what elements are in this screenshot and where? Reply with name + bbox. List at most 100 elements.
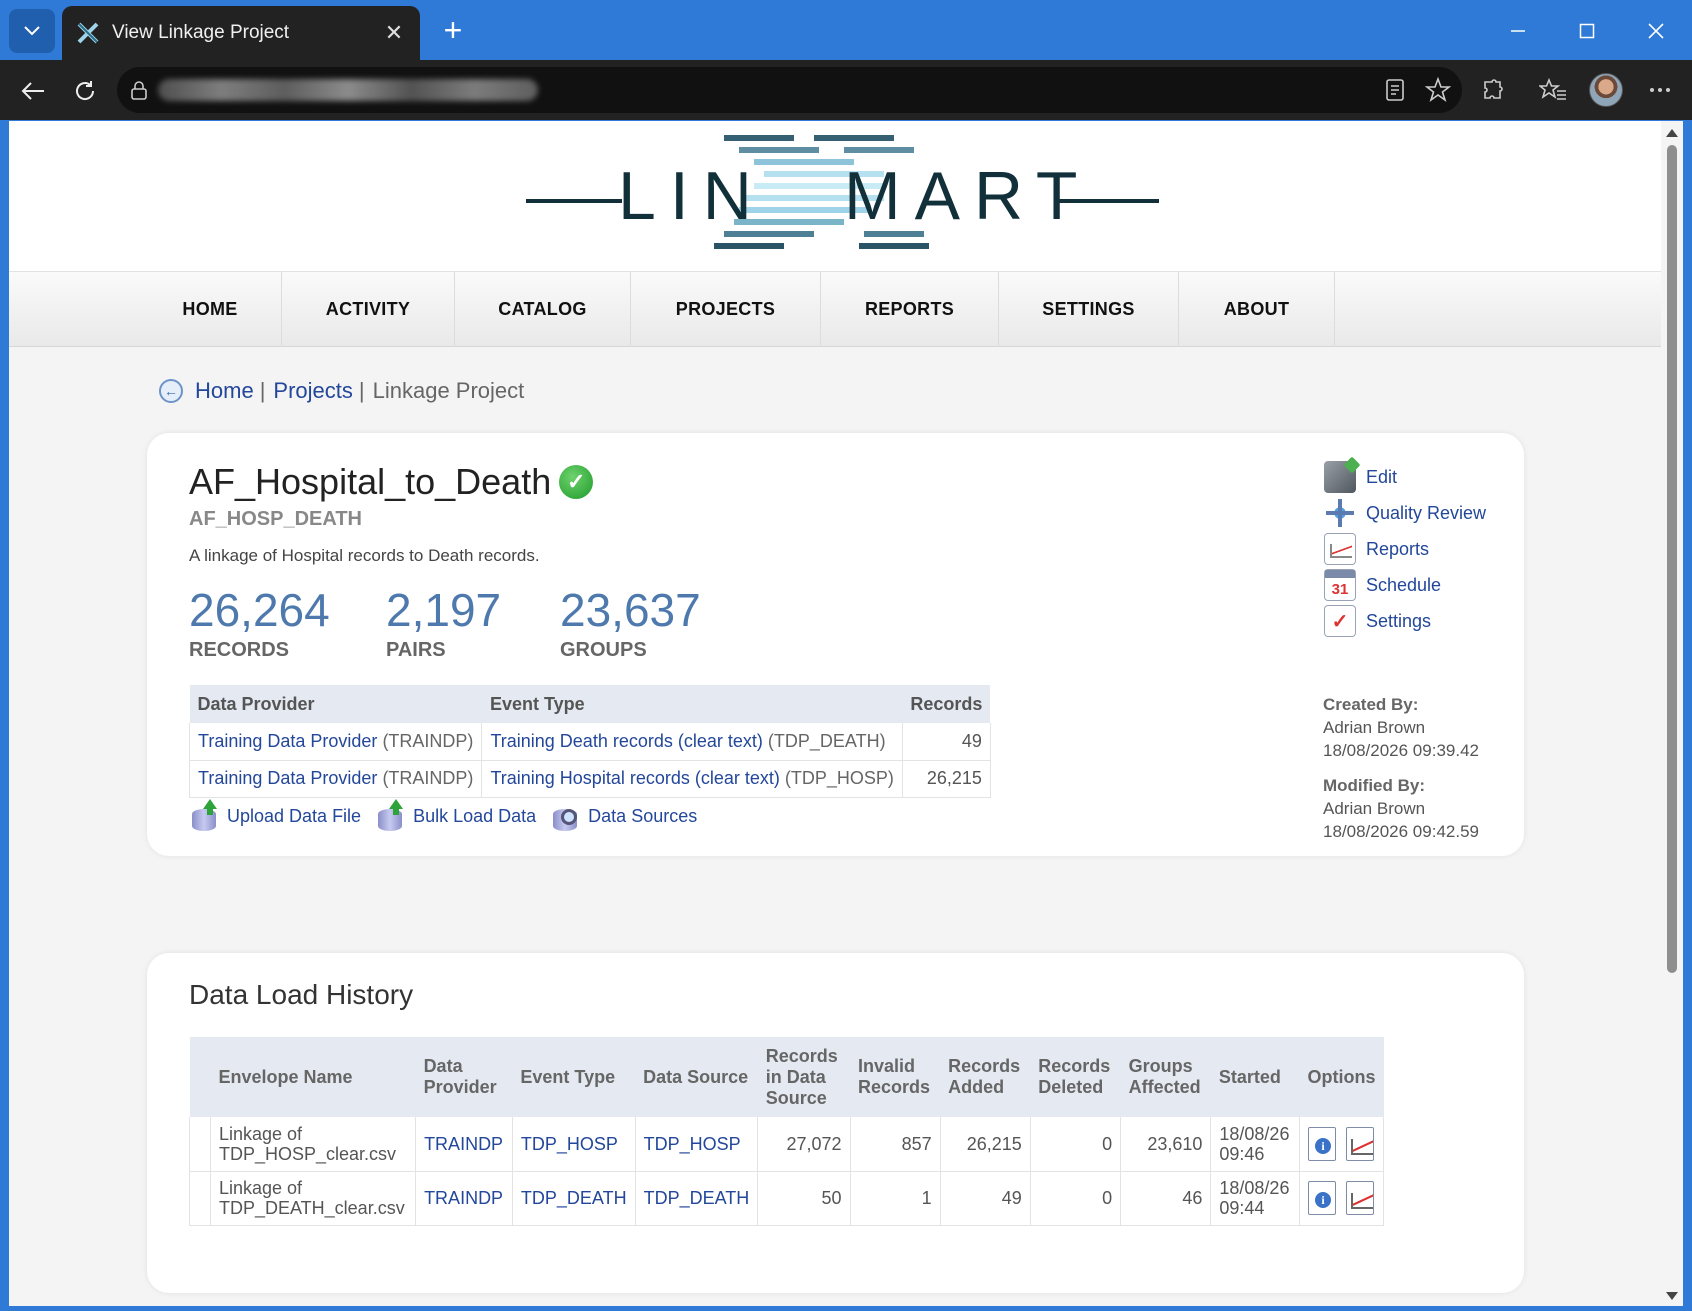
breadcrumb-separator: | bbox=[259, 378, 266, 403]
settings-label: Settings bbox=[1366, 610, 1432, 631]
maximize-icon bbox=[1579, 23, 1595, 39]
event-type-link[interactable]: TDP_DEATH bbox=[512, 1171, 636, 1226]
created-by: Adrian Brown bbox=[1323, 718, 1426, 737]
edit-icon bbox=[1324, 461, 1356, 493]
provider-link[interactable]: Training Data Provider bbox=[198, 768, 377, 788]
tab-title: View Linkage Project bbox=[112, 22, 290, 43]
upload-data-file-link[interactable]: Upload Data File bbox=[191, 799, 362, 831]
project-description: A linkage of Hospital records to Death r… bbox=[189, 546, 540, 565]
breadcrumb-home[interactable]: Home bbox=[195, 378, 254, 404]
more-menu-icon[interactable] bbox=[1645, 75, 1675, 105]
header-started: Started bbox=[1210, 1037, 1300, 1117]
event-code: (TDP_DEATH) bbox=[767, 730, 886, 751]
upload-data-file-label: Upload Data File bbox=[227, 805, 362, 826]
page-scrollbar[interactable] bbox=[1661, 121, 1683, 1306]
table-header-row: Envelope Name Data Provider Event Type D… bbox=[189, 1037, 1384, 1117]
report-chart-icon[interactable] bbox=[1346, 1126, 1374, 1161]
project-code: AF_HOSP_DEATH bbox=[189, 508, 362, 530]
header-records-deleted: Records Deleted bbox=[1030, 1037, 1121, 1117]
nav-home[interactable]: HOME bbox=[139, 272, 282, 347]
close-icon bbox=[1648, 23, 1664, 39]
data-provider-link[interactable]: TRAINDP bbox=[415, 1117, 513, 1172]
bulk-load-data-link[interactable]: Bulk Load Data bbox=[377, 799, 536, 831]
browser-tab-active[interactable]: View Linkage Project ✕ bbox=[62, 6, 420, 60]
report-chart-icon[interactable] bbox=[1346, 1181, 1374, 1215]
nav-catalog[interactable]: CATALOG bbox=[455, 272, 631, 347]
close-window-button[interactable] bbox=[1636, 14, 1676, 48]
settings-link[interactable]: ✓ Settings bbox=[1324, 603, 1486, 639]
nav-reports[interactable]: REPORTS bbox=[821, 272, 999, 347]
groups-affected-cell: 23,610 bbox=[1120, 1117, 1212, 1172]
scroll-down-arrow-icon[interactable] bbox=[1666, 1292, 1678, 1300]
logo-text-mart: MART bbox=[844, 158, 1091, 234]
back-arrow-icon[interactable]: ← bbox=[159, 379, 183, 403]
event-type-link[interactable]: Training Death records (clear text) bbox=[490, 731, 762, 751]
favorites-list-icon[interactable] bbox=[1538, 75, 1568, 105]
header-records: Records bbox=[902, 685, 991, 723]
project-title: AF_Hospital_to_Death ✓ bbox=[189, 461, 594, 503]
records-deleted-cell: 0 bbox=[1030, 1171, 1122, 1226]
breadcrumb-projects[interactable]: Projects bbox=[273, 378, 352, 404]
data-load-history-card: Data Load History Envelope Name Data Pro… bbox=[147, 953, 1524, 1293]
data-source-link[interactable]: TDP_DEATH bbox=[635, 1171, 759, 1226]
data-provider-link[interactable]: TRAINDP bbox=[415, 1171, 513, 1226]
options-cell bbox=[1299, 1171, 1384, 1226]
schedule-link[interactable]: 31 Schedule bbox=[1324, 567, 1486, 603]
nav-settings[interactable]: SETTINGS bbox=[999, 272, 1179, 347]
modified-block: Modified By: Adrian Brown 18/08/2026 09:… bbox=[1323, 774, 1479, 843]
site-info-lock-icon[interactable] bbox=[124, 75, 154, 105]
nav-about[interactable]: ABOUT bbox=[1179, 272, 1335, 347]
check-icon: ✓ bbox=[559, 465, 594, 499]
info-icon[interactable] bbox=[1308, 1126, 1336, 1161]
reader-mode-icon[interactable] bbox=[1380, 75, 1410, 105]
provider-link[interactable]: Training Data Provider bbox=[198, 731, 377, 751]
nav-activity[interactable]: ACTIVITY bbox=[282, 272, 455, 347]
minimize-button[interactable] bbox=[1498, 14, 1538, 48]
row-select-cell[interactable] bbox=[189, 1171, 211, 1226]
reports-link[interactable]: Reports bbox=[1324, 531, 1486, 567]
header-select bbox=[189, 1037, 211, 1117]
quality-review-icon bbox=[1324, 497, 1356, 529]
site-header: LIN MART bbox=[9, 121, 1661, 271]
data-provider-table: Data Provider Event Type Records Trainin… bbox=[188, 685, 991, 798]
data-sources-link[interactable]: Data Sources bbox=[552, 801, 697, 831]
new-tab-button[interactable]: + bbox=[436, 12, 470, 48]
scroll-thumb[interactable] bbox=[1667, 145, 1677, 973]
refresh-button[interactable] bbox=[70, 76, 100, 106]
breadcrumb-current: Linkage Project bbox=[372, 378, 525, 403]
header-event-type: Event Type bbox=[512, 1037, 636, 1117]
favorite-star-icon[interactable] bbox=[1423, 75, 1453, 105]
data-source-link[interactable]: TDP_HOSP bbox=[635, 1117, 759, 1172]
info-icon[interactable] bbox=[1308, 1181, 1336, 1215]
database-search-icon bbox=[552, 801, 580, 831]
calendar-icon: 31 bbox=[1324, 569, 1356, 601]
stat-records-value: 26,264 bbox=[189, 584, 330, 636]
scroll-up-arrow-icon[interactable] bbox=[1666, 129, 1678, 137]
data-load-history-table: Envelope Name Data Provider Event Type D… bbox=[189, 1037, 1384, 1226]
back-button[interactable] bbox=[18, 76, 48, 106]
table-row: Linkage of TDP_DEATH_clear.csv TRAINDP T… bbox=[189, 1171, 1384, 1226]
tab-actions-menu-button[interactable] bbox=[9, 9, 55, 53]
header-options: Options bbox=[1299, 1037, 1384, 1117]
event-cell: Training Death records (clear text) (TDP… bbox=[481, 723, 903, 761]
records-in-source-cell: 27,072 bbox=[757, 1117, 851, 1172]
event-type-link[interactable]: TDP_HOSP bbox=[512, 1117, 636, 1172]
profile-avatar[interactable] bbox=[1589, 73, 1623, 107]
nav-projects[interactable]: PROJECTS bbox=[631, 272, 821, 347]
chevron-down-icon bbox=[24, 26, 40, 36]
project-summary-card: AF_Hospital_to_Death ✓ AF_HOSP_DEATH A l… bbox=[147, 433, 1524, 856]
database-upload-icon bbox=[191, 799, 219, 831]
header-records-in-data-source: Records in Data Source bbox=[757, 1037, 850, 1117]
stat-pairs-label: PAIRS bbox=[386, 639, 446, 661]
linxmart-logo[interactable]: LIN MART bbox=[514, 129, 1164, 259]
event-type-link[interactable]: Training Hospital records (clear text) bbox=[490, 768, 779, 788]
records-in-source-cell: 50 bbox=[757, 1171, 851, 1226]
extensions-icon[interactable] bbox=[1478, 75, 1508, 105]
modified-by: Adrian Brown bbox=[1323, 799, 1426, 818]
row-select-cell[interactable] bbox=[189, 1117, 211, 1172]
maximize-button[interactable] bbox=[1567, 14, 1607, 48]
tab-close-icon[interactable]: ✕ bbox=[382, 20, 406, 46]
settings-checklist-icon: ✓ bbox=[1324, 605, 1356, 637]
quality-review-link[interactable]: Quality Review bbox=[1324, 495, 1486, 531]
edit-link[interactable]: Edit bbox=[1324, 459, 1486, 495]
